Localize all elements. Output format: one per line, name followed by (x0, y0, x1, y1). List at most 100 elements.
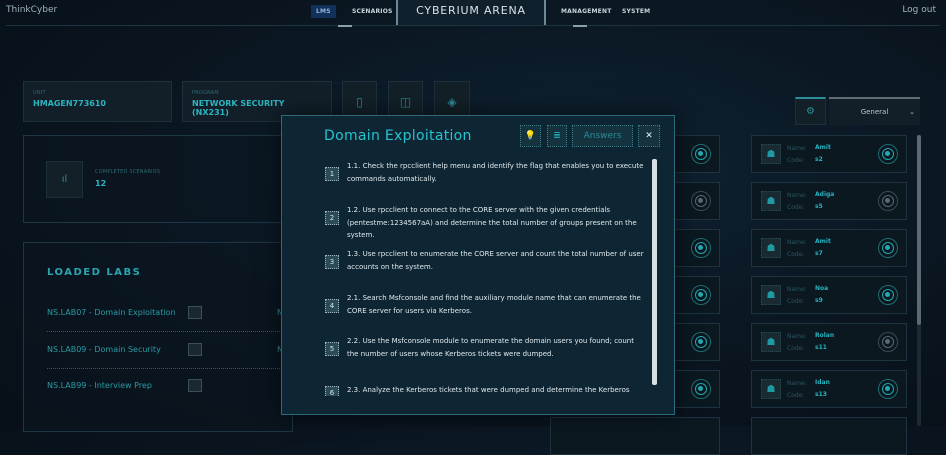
lab-item[interactable]: NS.LAB09 - Domain Security (47, 345, 161, 354)
scrollbar-thumb[interactable] (917, 135, 921, 325)
student-card[interactable] (751, 417, 907, 455)
program-label: PROGRAM (192, 90, 219, 96)
student-code: s2 (815, 156, 823, 163)
student-name: Amit (815, 238, 831, 245)
name-label: Name: (787, 145, 807, 152)
question-number: 6 (325, 386, 339, 396)
nav-underline (573, 25, 587, 27)
target-icon[interactable] (691, 144, 711, 164)
chevron-down-icon: ⌄ (909, 108, 915, 116)
target-icon[interactable] (691, 238, 711, 258)
category-select[interactable]: General ⌄ (829, 97, 920, 125)
category-select-value: General (860, 108, 889, 116)
code-label: Code: (787, 251, 805, 258)
logout-link[interactable]: Log out (902, 5, 936, 15)
target-icon[interactable] (691, 191, 711, 211)
target-icon[interactable] (691, 379, 711, 399)
student-avatar-icon: ☗ (761, 238, 781, 258)
lab-questions-modal: Domain Exploitation 💡 ≣ Answers ✕ 1 1.1. … (281, 115, 675, 415)
student-name: Noa (815, 285, 829, 292)
student-card[interactable]: ☗ Name: Amit Code: s2 (751, 135, 907, 173)
name-label: Name: (787, 333, 807, 340)
nav-scenarios[interactable]: SCENARIOS (347, 5, 398, 18)
name-label: Name: (787, 286, 807, 293)
app-title: CYBERIUM ARENA (396, 0, 546, 26)
question-number: 4 (325, 299, 339, 313)
unit-label: UNIT (33, 90, 46, 96)
lab-item[interactable]: NS.LAB07 - Domain Exploitation (47, 308, 176, 317)
student-code: s5 (815, 203, 823, 210)
student-name: Adiga (815, 191, 835, 198)
student-card[interactable]: ☗ Name: Rolan Code: s11 (751, 323, 907, 361)
student-card[interactable]: ☗ Name: Amit Code: s7 (751, 229, 907, 267)
unit-card: UNIT HMAGEN773610 (23, 81, 172, 122)
modal-scrollbar[interactable] (652, 159, 657, 385)
nav-system[interactable]: SYSTEM (617, 5, 655, 18)
close-icon[interactable]: ✕ (638, 125, 660, 147)
question-text[interactable]: 1.3. Use rpcclient to enumerate the CORE… (347, 248, 647, 273)
question-number: 2 (325, 211, 339, 225)
target-icon[interactable] (878, 191, 898, 211)
student-card[interactable]: ☗ Name: Adiga Code: s5 (751, 182, 907, 220)
student-name: Idan (815, 379, 830, 386)
code-label: Code: (787, 298, 805, 305)
stats-card: ıl COMPLETED SCENARIOS 12 (23, 135, 293, 223)
student-code: s13 (815, 391, 827, 398)
divider (47, 331, 290, 332)
question-text[interactable]: 1.2. Use rpcclient to connect to the COR… (347, 204, 647, 242)
name-label: Name: (787, 239, 807, 246)
student-code: s9 (815, 297, 823, 304)
lab-checkbox[interactable] (188, 343, 202, 356)
lightbulb-icon[interactable]: 💡 (520, 125, 541, 147)
target-icon[interactable] (878, 238, 898, 258)
question-number: 3 (325, 255, 339, 269)
question-text[interactable]: 2.2. Use the Msfconsole module to enumer… (347, 335, 647, 360)
student-code: s7 (815, 250, 823, 257)
lab-checkbox[interactable] (188, 379, 202, 392)
target-icon[interactable] (878, 379, 898, 399)
student-code: s11 (815, 344, 827, 351)
bar-chart-icon: ıl (46, 161, 83, 198)
lab-item[interactable]: NS.LAB99 - Interview Prep (47, 381, 152, 390)
target-icon[interactable] (691, 332, 711, 352)
code-label: Code: (787, 392, 805, 399)
target-icon[interactable] (878, 332, 898, 352)
name-label: Name: (787, 192, 807, 199)
code-label: Code: (787, 204, 805, 211)
nav-lms[interactable]: LMS (311, 5, 336, 18)
header-divider (6, 25, 940, 26)
student-card[interactable]: ☗ Name: Idan Code: s13 (751, 370, 907, 408)
loaded-labs-title: LOADED LABS (47, 267, 142, 278)
question-text[interactable]: 2.1. Search Msfconsole and find the auxi… (347, 292, 647, 317)
target-icon[interactable] (878, 144, 898, 164)
target-icon[interactable] (878, 285, 898, 305)
question-number: 1 (325, 167, 339, 181)
gear-icon[interactable]: ⚙ (795, 97, 826, 125)
answers-button[interactable]: Answers (572, 125, 633, 147)
student-list-scrollbar[interactable] (917, 135, 921, 426)
student-avatar-icon: ☗ (761, 191, 781, 211)
modal-title: Domain Exploitation (324, 128, 472, 144)
student-card[interactable]: ☗ Name: Noa Code: s9 (751, 276, 907, 314)
student-name: Amit (815, 144, 831, 151)
student-avatar-icon: ☗ (761, 144, 781, 164)
code-label: Code: (787, 345, 805, 352)
student-name: Rolan (815, 332, 835, 339)
nav-management[interactable]: MANAGEMENT (556, 5, 617, 18)
nav-underline (338, 25, 352, 27)
code-label: Code: (787, 157, 805, 164)
question-text: 2.3. Analyze the Kerberos tickets that w… (347, 386, 630, 394)
unit-value: HMAGEN773610 (33, 99, 106, 108)
student-avatar-icon: ☗ (761, 379, 781, 399)
question-row-clipped: 6 2.3. Analyze the Kerberos tickets that … (322, 384, 652, 396)
student-avatar-icon: ☗ (761, 285, 781, 305)
name-label: Name: (787, 380, 807, 387)
target-icon[interactable] (691, 285, 711, 305)
brand-logo[interactable]: ThinkCyber (6, 5, 57, 15)
server-stack-icon[interactable]: ≣ (547, 125, 567, 147)
lab-checkbox[interactable] (188, 306, 202, 319)
student-avatar-icon: ☗ (761, 332, 781, 352)
question-text[interactable]: 1.1. Check the rpcclient help menu and i… (347, 160, 647, 185)
stats-value: 12 (95, 179, 107, 188)
student-card[interactable] (550, 417, 720, 455)
